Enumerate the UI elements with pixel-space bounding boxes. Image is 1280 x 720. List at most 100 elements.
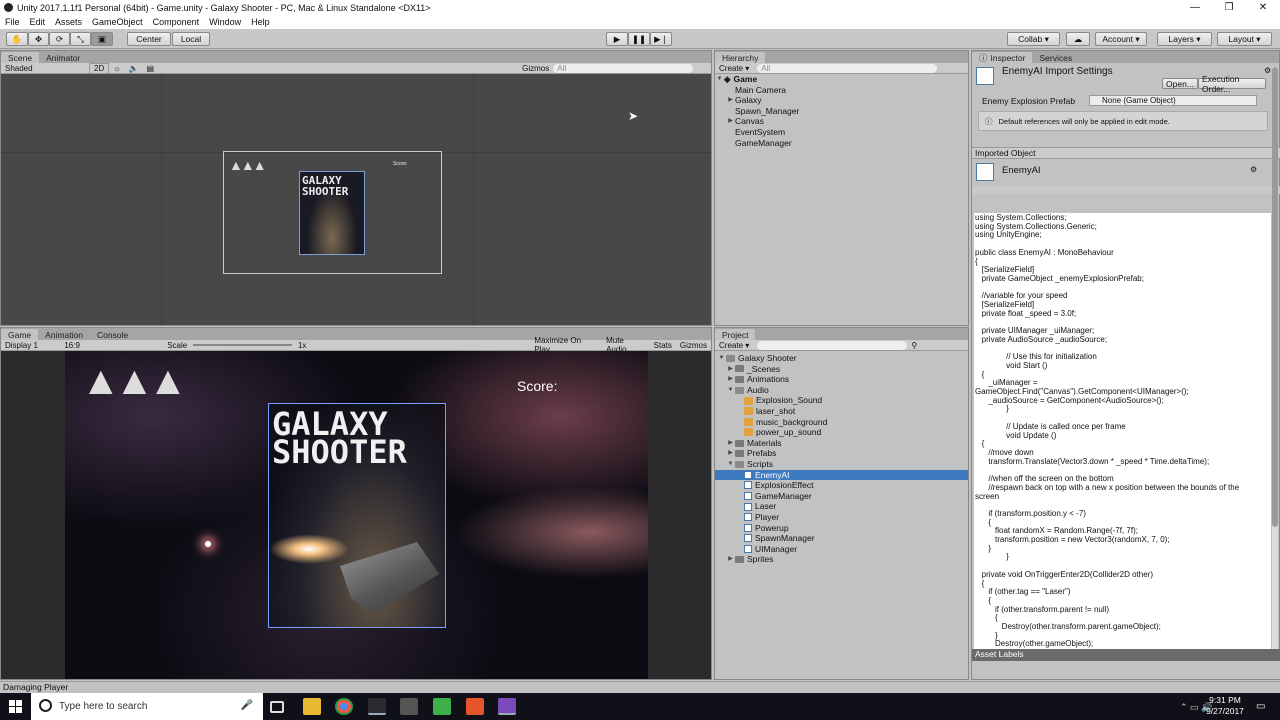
taskbar-search-input[interactable]: Type here to search 🎤 (31, 693, 263, 720)
tab-game[interactable]: Game (1, 329, 39, 340)
collab-button[interactable]: Collab ▾ (1007, 32, 1060, 46)
expand-arrow-icon[interactable]: ▼ (715, 74, 724, 85)
rotate-tool-icon[interactable]: ⟳ (49, 32, 70, 46)
expand-arrow-icon[interactable]: ▶ (726, 438, 735, 449)
enemy-explosion-prefab-field[interactable]: None (Game Object) (1089, 95, 1257, 106)
project-script-row[interactable]: ExplosionEffect (715, 480, 968, 491)
account-dropdown[interactable]: Account ▾ (1095, 32, 1147, 46)
tab-scene[interactable]: Scene (1, 52, 40, 63)
microphone-icon[interactable]: 🎤 (241, 700, 253, 711)
project-script-row[interactable]: SpawnManager (715, 533, 968, 544)
hand-tool-icon[interactable]: ✋ (6, 32, 28, 46)
project-script-row[interactable]: GameManager (715, 491, 968, 502)
project-script-row[interactable]: Player (715, 512, 968, 523)
close-button[interactable]: ✕ (1246, 0, 1280, 15)
unity-app-icon[interactable] (368, 698, 386, 715)
pivot-center-button[interactable]: Center (127, 32, 171, 46)
aspect-dropdown[interactable]: 16:9 (60, 341, 163, 350)
windows-start-icon[interactable] (9, 700, 22, 713)
2d-toggle[interactable]: 2D (89, 62, 110, 74)
tab-project[interactable]: Project (715, 329, 756, 340)
project-folder-row[interactable]: ▼ Audio (715, 385, 968, 396)
shading-mode-dropdown[interactable]: Shaded (1, 64, 81, 73)
menu-help[interactable]: Help (251, 17, 270, 27)
scene-search-input[interactable]: All (553, 63, 694, 73)
execution-order-button[interactable]: Execution Order... (1198, 74, 1266, 94)
audio-toggle-icon[interactable]: 🔈 (125, 64, 143, 73)
menu-assets[interactable]: Assets (55, 17, 82, 27)
camtasia-icon[interactable] (433, 698, 451, 715)
menu-component[interactable]: Component (153, 17, 200, 27)
expand-arrow-icon[interactable]: ▼ (726, 459, 735, 470)
hierarchy-item-gamemanager[interactable]: GameManager (715, 138, 968, 149)
settings-gear-icon[interactable]: ⚙ (1264, 66, 1271, 75)
expand-arrow-icon[interactable]: ▼ (726, 385, 735, 396)
tab-services[interactable]: Services (1032, 52, 1079, 63)
recorder-icon[interactable] (466, 698, 484, 715)
menu-edit[interactable]: Edit (30, 17, 46, 27)
calculator-icon[interactable] (400, 698, 418, 715)
visual-studio-icon[interactable] (498, 698, 516, 715)
game-gizmos-dropdown[interactable]: Gizmos (676, 341, 711, 350)
hierarchy-item-eventsystem[interactable]: EventSystem (715, 127, 968, 138)
scrollbar-thumb[interactable] (1272, 67, 1278, 527)
clock[interactable]: 9:31 PM 9/27/2017 (1200, 695, 1250, 717)
pivot-local-button[interactable]: Local (172, 32, 210, 46)
project-script-row-selected[interactable]: EnemyAI (715, 469, 968, 481)
expand-arrow-icon[interactable]: ▼ (717, 353, 726, 364)
layers-dropdown[interactable]: Layers ▾ (1157, 32, 1212, 46)
minimize-button[interactable]: — (1178, 0, 1212, 15)
hierarchy-item-main-camera[interactable]: Main Camera (715, 85, 968, 96)
display-dropdown[interactable]: Display 1 (1, 341, 60, 350)
project-asset-row[interactable]: music_background (715, 417, 968, 428)
hierarchy-create-dropdown[interactable]: Create ▾ (715, 64, 753, 73)
tab-inspector[interactable]: ⓘ Inspector (972, 52, 1033, 63)
tab-animation[interactable]: Animation (38, 329, 90, 340)
menu-window[interactable]: Window (209, 17, 241, 27)
expand-arrow-icon[interactable]: ▶ (726, 554, 735, 565)
stats-toggle[interactable]: Stats (650, 341, 676, 350)
notification-icon[interactable]: ▭ (1256, 701, 1265, 712)
hierarchy-scene-row[interactable]: ▼ ◈ Game (715, 74, 968, 85)
lighting-icon[interactable]: ☼ (109, 64, 124, 73)
tab-console[interactable]: Console (90, 329, 135, 340)
expand-arrow-icon[interactable]: ▶ (726, 95, 735, 106)
open-button[interactable]: Open... (1162, 78, 1198, 89)
task-view-icon[interactable] (270, 701, 284, 713)
filter-icon[interactable]: ⚲ (907, 341, 921, 350)
gizmos-dropdown[interactable]: Gizmos (518, 64, 553, 73)
tab-animator[interactable]: Animator (39, 52, 87, 63)
pause-icon[interactable]: ❚❚ (628, 32, 650, 46)
project-folder-row[interactable]: ▶ Prefabs (715, 448, 968, 459)
project-script-row[interactable]: Powerup (715, 523, 968, 534)
project-folder-row[interactable]: ▼ Scripts (715, 459, 968, 470)
hierarchy-search-input[interactable]: All (757, 63, 938, 73)
move-tool-icon[interactable]: ✥ (28, 32, 49, 46)
project-script-row[interactable]: UIManager (715, 544, 968, 555)
rect-tool-icon[interactable]: ▣ (91, 32, 113, 46)
file-explorer-icon[interactable] (303, 698, 321, 715)
cloud-icon[interactable]: ☁ (1066, 32, 1090, 46)
menu-gameobject[interactable]: GameObject (92, 17, 143, 27)
scale-tool-icon[interactable]: ⤡ (70, 32, 91, 46)
project-search-input[interactable] (757, 340, 908, 350)
hierarchy-item-canvas[interactable]: ▶ Canvas (715, 116, 968, 127)
project-folder-row[interactable]: ▶ Sprites (715, 554, 968, 565)
project-create-dropdown[interactable]: Create ▾ (715, 341, 753, 350)
expand-arrow-icon[interactable]: ▶ (726, 116, 735, 127)
layout-dropdown[interactable]: Layout ▾ (1217, 32, 1272, 46)
project-asset-row[interactable]: power_up_sound (715, 427, 968, 438)
hierarchy-item-galaxy[interactable]: ▶ Galaxy (715, 95, 968, 106)
scale-slider[interactable] (193, 344, 292, 346)
object-settings-icon[interactable]: ⚙ (1250, 165, 1257, 174)
scene-viewport[interactable]: ▲▲▲ Score: GALAXY SHOOTER ➤ (1, 74, 711, 325)
project-folder-row[interactable]: ▶ Animations (715, 374, 968, 385)
project-asset-row[interactable]: Explosion_Sound (715, 395, 968, 406)
expand-arrow-icon[interactable]: ▶ (726, 364, 735, 375)
project-folder-row[interactable]: ▶ Materials (715, 438, 968, 449)
step-icon[interactable]: ▶❘ (650, 32, 672, 46)
chrome-icon[interactable] (335, 698, 353, 715)
hierarchy-item-spawn-manager[interactable]: Spawn_Manager (715, 106, 968, 117)
asset-labels-bar[interactable]: Asset Labels (972, 649, 1280, 661)
menu-file[interactable]: File (5, 17, 20, 27)
